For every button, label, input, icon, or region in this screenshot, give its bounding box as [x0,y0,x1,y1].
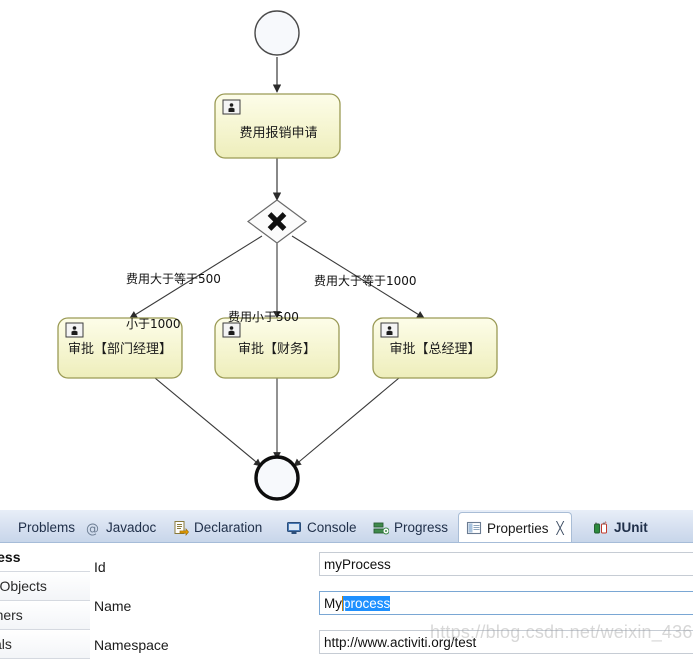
eclipse-activiti-designer-window: 费用报销申请 审批【部门经理】 审批【财务】 审批【总经理】 费用大于等于500… [0,0,693,659]
tab-console-label: Console [307,520,357,535]
category-item-process-label: Process [0,549,21,565]
flow-label-right-line1: 费用大于等于1000 [314,274,417,288]
properties-view-body: Process Data Objects Listeners Signals I… [0,543,693,659]
tab-progress-label: Progress [394,520,449,535]
id-field-value: myProcess [324,556,391,572]
declaration-icon [173,520,189,536]
flow-label-left-line2: 小于1000 [126,317,181,331]
category-item-listeners-label: Listeners [0,607,23,623]
bottom-views-panel: Problems @ Javadoc Declaration Console P… [0,510,693,659]
tab-properties[interactable]: Properties ╳ [458,512,572,542]
flow-label-left-line1: 费用大于等于500 [126,272,221,286]
flow-label-middle-line1: 费用小于500 [228,310,299,324]
category-item-listeners[interactable]: Listeners [0,601,90,630]
properties-category-list: Process Data Objects Listeners Signals [0,543,90,659]
flow-label-left: 费用大于等于500 小于1000 [126,242,221,362]
id-field[interactable]: myProcess [319,552,693,576]
tab-declaration-label: Declaration [194,520,263,535]
name-field-value: My [324,595,342,611]
properties-icon [466,520,482,536]
category-item-signals-label: Signals [0,636,12,652]
at-icon: @ [85,520,101,537]
category-item-signals[interactable]: Signals [0,630,90,659]
form-row-id: Id myProcess [90,549,693,587]
namespace-field-value: http://www.activiti.org/test [324,634,477,650]
field-label-name: Name [94,598,132,614]
category-item-data-objects-label: Data Objects [0,578,47,594]
problems-icon [0,520,13,536]
form-row-name: Name My process [90,588,693,626]
tab-javadoc-label: Javadoc [106,520,157,535]
junit-icon [593,520,609,536]
namespace-field[interactable]: http://www.activiti.org/test [319,630,693,654]
console-icon [286,520,302,536]
properties-form: Id myProcess Name My process Namespace ht… [90,543,693,659]
name-field-selected-text: process [343,595,391,611]
field-label-namespace: Namespace [94,637,169,653]
tab-problems-label: Problems [18,520,76,535]
tab-junit-label: JUnit [614,520,648,535]
tab-problems[interactable]: Problems [0,512,82,542]
category-item-process[interactable]: Process [0,543,90,572]
svg-text:@: @ [86,522,99,536]
flow-label-middle: 费用小于500 [228,280,299,355]
field-label-id: Id [94,559,106,575]
name-field[interactable]: My process [319,591,693,615]
close-icon[interactable]: ╳ [557,521,564,535]
tab-declaration[interactable]: Declaration [166,512,269,542]
tab-properties-label: Properties [487,520,549,536]
process-diagram-canvas[interactable]: 费用报销申请 审批【部门经理】 审批【财务】 审批【总经理】 费用大于等于500… [0,0,693,510]
tab-console[interactable]: Console [279,512,364,542]
flow-label-right: 费用大于等于1000 [314,244,417,319]
view-tab-bar: Problems @ Javadoc Declaration Console P… [0,510,693,543]
form-row-namespace: Namespace http://www.activiti.org/test [90,627,693,659]
progress-icon [373,520,390,536]
category-item-data-objects[interactable]: Data Objects [0,572,90,601]
tab-junit[interactable]: JUnit [586,512,655,542]
tab-javadoc[interactable]: @ Javadoc [78,512,163,542]
tab-progress[interactable]: Progress [366,512,455,542]
